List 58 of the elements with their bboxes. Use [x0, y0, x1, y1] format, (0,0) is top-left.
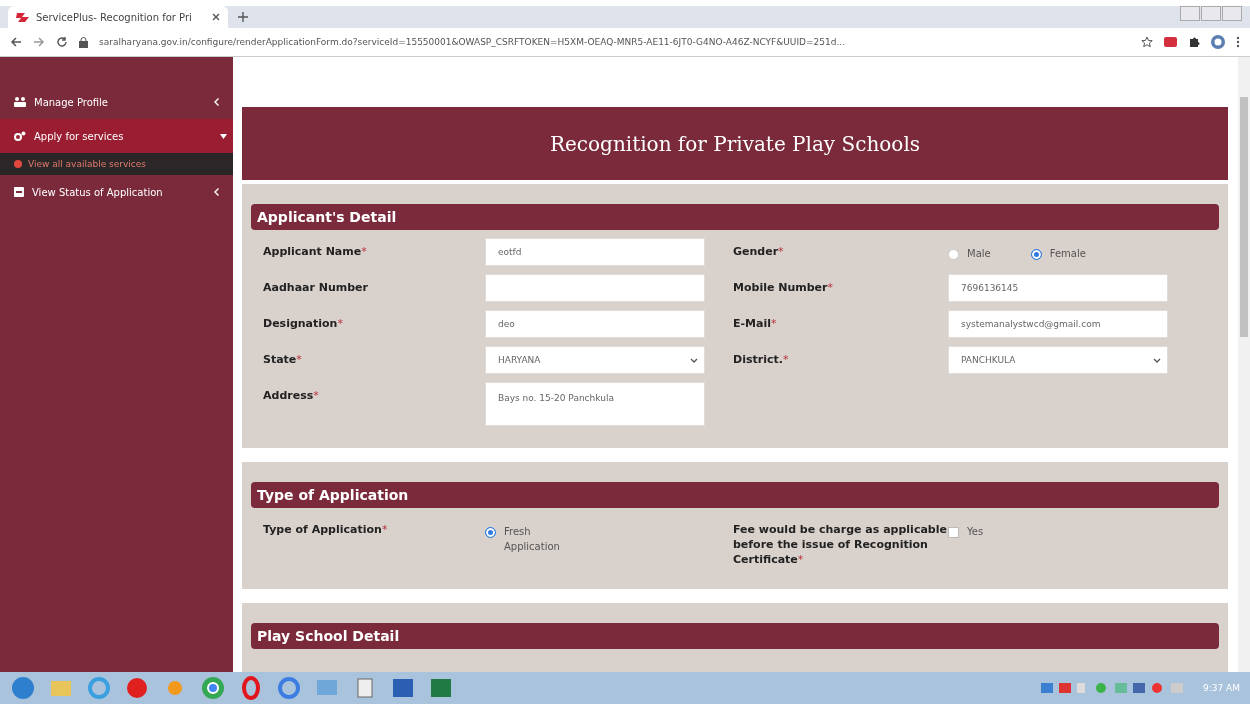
chevron-left-icon: [214, 188, 219, 196]
field-label: Aadhaar Number: [263, 280, 369, 296]
circle-icon: [14, 160, 22, 168]
dropdown-caret-icon: [690, 357, 698, 363]
field-label: Designation*: [263, 316, 344, 332]
menu-icon[interactable]: [1236, 36, 1240, 48]
sidebar-item[interactable]: View Status of Application: [0, 175, 233, 209]
scrollbar-thumb[interactable]: [1240, 97, 1248, 337]
caret-down-icon: [220, 133, 227, 139]
text-field[interactable]: systemanalystwcd@gmail.com: [948, 310, 1168, 338]
field-label: Gender*: [733, 244, 785, 260]
extension-icon[interactable]: [1164, 36, 1177, 48]
dropdown-caret-icon: [1153, 357, 1161, 363]
profile-icon[interactable]: [1211, 35, 1225, 49]
back-icon[interactable]: [10, 36, 22, 48]
text-field[interactable]: deo: [485, 310, 705, 338]
sidebar-item[interactable]: Manage Profile: [0, 85, 233, 119]
circle-app-icon[interactable]: [124, 676, 150, 700]
select-field[interactable]: PANCHKULA: [948, 346, 1168, 374]
close-icon[interactable]: [212, 13, 220, 21]
site-logo-icon: [16, 11, 30, 23]
field-label: District.*: [733, 352, 790, 368]
field-label: E-Mail*: [733, 316, 778, 332]
scrollbar[interactable]: [1238, 57, 1250, 672]
section-header: Type of Application: [251, 482, 1219, 508]
radio-option[interactable]: Female: [1030, 246, 1086, 261]
url-text[interactable]: saralharyana.gov.in/configure/renderApplicationForm.do?serviceId=15550001&OWASP_CSRFTOKEN=H5XM-OEAQ-MNR5-AE11-6JT0-G4NO-A46Z-NCYF&UUID=251d...: [99, 37, 1130, 47]
text-field[interactable]: 7696136145: [948, 274, 1168, 302]
select-field[interactable]: HARYANA: [485, 346, 705, 374]
lock-icon: [79, 36, 88, 48]
text-field[interactable]: [485, 274, 705, 302]
field-label: Fee would be charge as applicable before the issue of Recognition Certificate*: [733, 522, 948, 567]
new-tab-icon[interactable]: [238, 12, 248, 22]
reload-icon[interactable]: [56, 36, 68, 48]
puzzle-icon[interactable]: [1188, 36, 1200, 48]
forward-icon[interactable]: [33, 36, 45, 48]
sidebar-item[interactable]: Apply for services: [0, 119, 233, 153]
checkbox-option[interactable]: Yes: [948, 524, 984, 539]
form-title: Recognition for Private Play Schools: [242, 107, 1228, 180]
window-controls-icon[interactable]: [1180, 6, 1242, 21]
field-label: Mobile Number*: [733, 280, 834, 296]
form-icon: [14, 187, 24, 197]
sidebar-subitem[interactable]: View all available services: [0, 153, 233, 175]
section-header: Play School Detail: [251, 623, 1219, 649]
radio-option[interactable]: Male: [948, 246, 991, 261]
field-label: Type of Application*: [263, 522, 389, 538]
radio-option[interactable]: Fresh Application: [485, 524, 584, 554]
users-icon: [14, 97, 26, 107]
field-label: Address*: [263, 388, 320, 404]
text-field[interactable]: eotfd: [485, 238, 705, 266]
gears-icon: [14, 131, 26, 141]
chevron-left-icon: [214, 98, 219, 106]
star-icon[interactable]: [1141, 36, 1153, 48]
section-header: Applicant's Detail: [251, 204, 1219, 230]
address-textarea[interactable]: Bays no. 15-20 Panchkula: [485, 382, 705, 426]
field-label: State*: [263, 352, 303, 368]
browser-tab[interactable]: ServicePlus- Recognition for Pri: [8, 6, 228, 28]
field-label: Applicant Name*: [263, 244, 368, 260]
